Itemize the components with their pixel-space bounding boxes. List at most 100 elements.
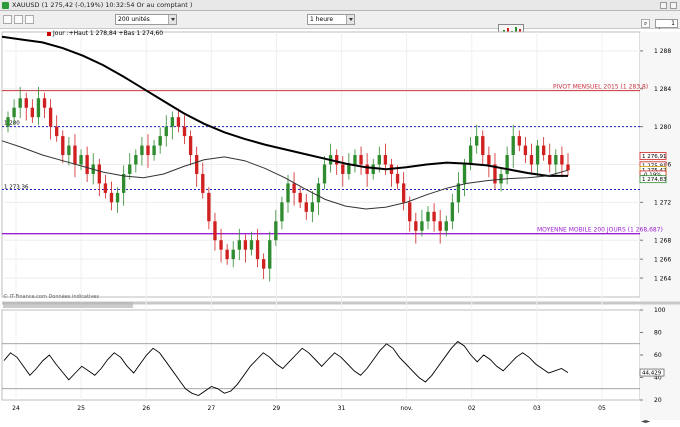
candle-body [225, 249, 229, 260]
candle-body [341, 164, 345, 174]
price-tag-label: 1 274,83 [642, 177, 667, 183]
candle-body [292, 183, 296, 193]
candle-body [304, 202, 308, 212]
candle-body [517, 136, 521, 146]
candle-body [176, 117, 181, 127]
time-tick-label: 05 [598, 405, 606, 412]
osc-value-label: 44,429 [642, 371, 662, 377]
candle-body [353, 155, 357, 165]
candle-body [414, 221, 418, 231]
candle-body [213, 221, 217, 241]
price-tick-label: 1 284 [654, 86, 671, 93]
candle-body [24, 98, 28, 108]
candle-body [371, 164, 375, 174]
candle-body [554, 155, 558, 165]
time-tick-label: 25 [77, 405, 85, 412]
candle-body [481, 136, 485, 156]
time-tick-label: 27 [208, 405, 216, 412]
support-label: 1 273.36 [4, 184, 29, 190]
candle-body [450, 202, 455, 222]
candle-body [261, 259, 266, 269]
osc-tick-label: 80 [654, 330, 662, 337]
time-tick-label: nov. [400, 405, 413, 412]
price-tag-label: 1 276,91 [642, 154, 667, 160]
candle-body [548, 155, 552, 165]
candle-body [48, 107, 53, 127]
candle-body [158, 136, 162, 146]
scroll-arrows-icon[interactable]: ◄► [641, 418, 650, 425]
candle-body [61, 136, 65, 156]
candle-body [6, 117, 10, 127]
candle-body [152, 145, 156, 156]
candle-body [237, 240, 241, 250]
time-tick-label: 26 [142, 405, 150, 412]
osc-tick-label: 60 [654, 352, 662, 359]
candle-body [511, 136, 515, 156]
candle-body [383, 155, 388, 165]
candle-body [541, 145, 546, 156]
candle-body [432, 211, 436, 222]
candle-body [182, 126, 187, 137]
candle-body [420, 221, 424, 231]
time-tick-label: 29 [273, 405, 281, 412]
candle-body [243, 240, 248, 250]
time-tick-label: 24 [12, 405, 20, 412]
candle-body [109, 192, 114, 203]
candle-body [97, 164, 101, 184]
candle-body [128, 164, 132, 174]
candle-body [475, 136, 479, 146]
candle-body [487, 155, 491, 165]
candle-body [310, 202, 315, 212]
candle-body [121, 173, 126, 193]
candle-body [365, 164, 369, 174]
time-tick-label: 02 [468, 405, 476, 412]
candle-body [146, 145, 150, 156]
candle-body [438, 221, 442, 231]
candle-body [140, 145, 144, 156]
candle-body [207, 192, 211, 222]
day-high-low-text: Jour :+Haut 1 278,84 +Bas 1 274,60 [53, 30, 164, 37]
candle-body [12, 107, 16, 118]
price-chart[interactable]: 1 2641 2661 2681 2721 2761 2801 2841 288… [0, 0, 680, 427]
candle-body [298, 192, 302, 203]
candle-body [505, 155, 509, 174]
candle-body [268, 240, 272, 269]
price-tick-label: 1 272 [654, 200, 671, 207]
candle-body [523, 145, 528, 156]
candle-body [274, 221, 278, 241]
candle-body [73, 145, 77, 165]
candle-body [444, 221, 448, 231]
price-tick-label: 1 264 [654, 275, 671, 282]
candle-body [249, 240, 254, 250]
candle-body [316, 183, 321, 203]
candle-body [231, 249, 235, 260]
price-tick-label: 1 280 [654, 124, 671, 131]
info-marker-icon [47, 31, 51, 36]
price-tick-label: 1 266 [654, 256, 671, 263]
pivot-label: PIVOT MENSUEL 2015 (1 283,8) [553, 84, 648, 91]
candle-body [322, 164, 327, 184]
ma-200-days-label: MOYENNE MOBILE 200 JOURS (1 268,687) [537, 227, 663, 234]
data-source-note: © IT-Finance.com Données indicatives [3, 294, 99, 300]
price-tick-label: 1 288 [654, 48, 671, 55]
candle-body [164, 126, 168, 137]
candle-body [566, 164, 570, 171]
time-tick-label: 03 [533, 405, 541, 412]
candle-body [30, 107, 35, 118]
candle-body [219, 240, 223, 250]
osc-tick-label: 20 [654, 397, 662, 404]
osc-tick-label: 100 [654, 307, 666, 314]
candle-body [529, 155, 534, 165]
day-high-low-info: Jour :+Haut 1 278,84 +Bas 1 274,60 [47, 30, 163, 37]
price-tick-label: 1 268 [654, 237, 671, 244]
candle-body [395, 173, 400, 184]
candle-body [188, 136, 193, 156]
candle-body [426, 211, 430, 222]
time-tick-label: 31 [338, 405, 346, 412]
candle-body [103, 183, 108, 193]
candle-body [456, 183, 461, 203]
candle-body [286, 183, 290, 203]
candle-body [170, 117, 175, 127]
candle-body [408, 202, 412, 222]
candle-body [201, 173, 205, 193]
